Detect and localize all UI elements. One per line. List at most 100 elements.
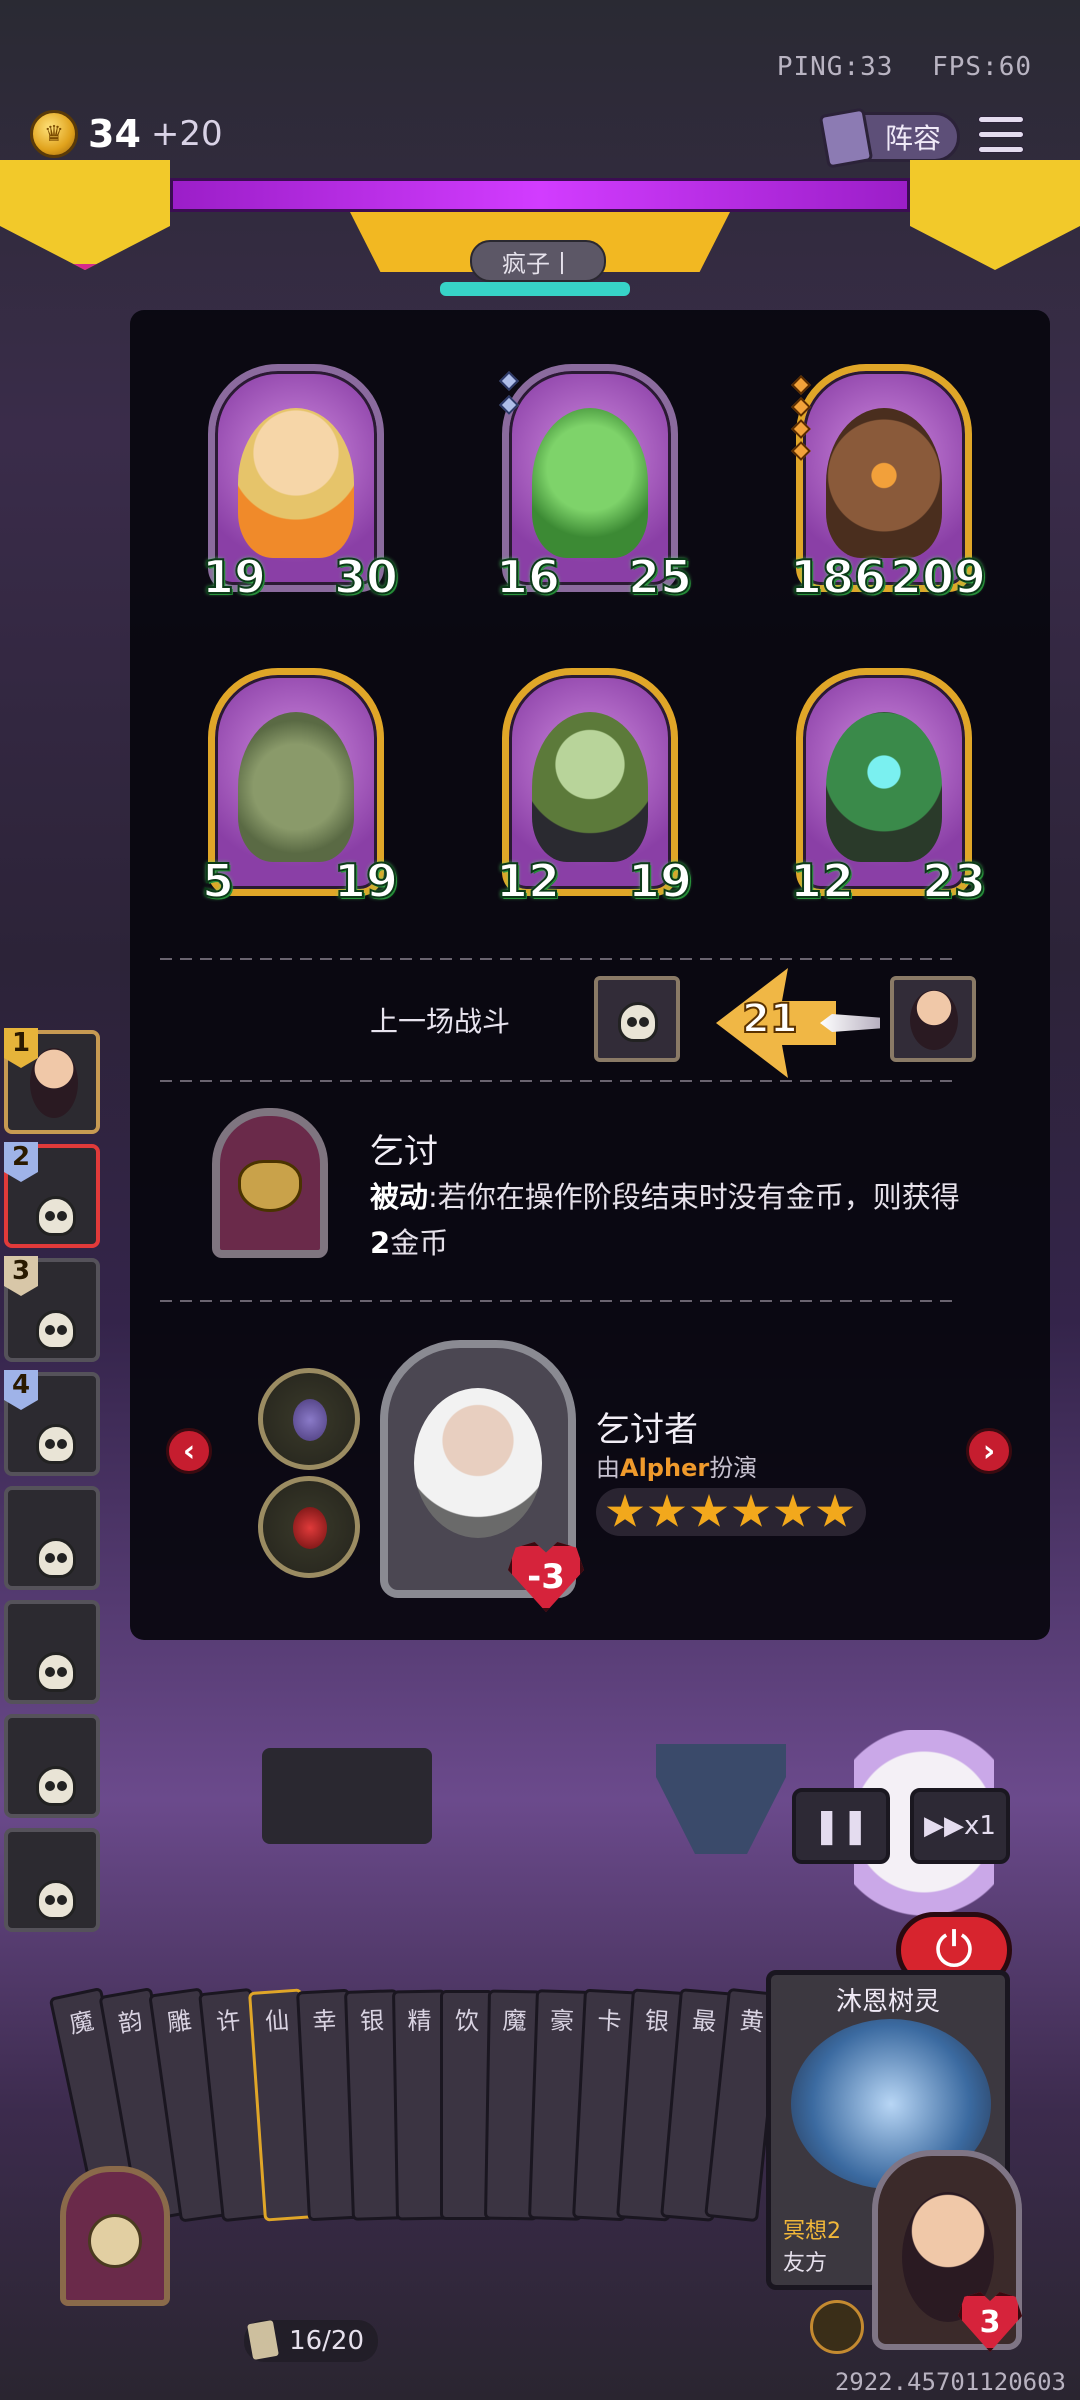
last-battle-opponent: [594, 976, 680, 1062]
skull-icon: [36, 1652, 76, 1692]
last-battle-damage: 21: [741, 995, 799, 1043]
gold-counter: ♛ 34 +20: [30, 110, 223, 158]
pause-button[interactable]: ❚❚: [792, 1788, 890, 1864]
rank-badge: 1: [4, 1028, 38, 1068]
lineup-button[interactable]: 阵容: [818, 107, 960, 169]
player-avatar[interactable]: 3: [872, 2150, 1022, 2352]
crown-coin-icon: ♛: [30, 110, 78, 158]
unit-health: 30: [333, 549, 399, 605]
hero-item-slot[interactable]: [258, 1476, 360, 1578]
trait-icon: [212, 1108, 328, 1258]
speed-button[interactable]: ▶▶x1: [910, 1788, 1010, 1864]
unit-attack: 186: [789, 549, 887, 605]
rank-badge: 4: [4, 1370, 38, 1410]
roster-player[interactable]: [4, 1714, 100, 1818]
star-icon: [774, 1494, 812, 1527]
puppet-icon: [293, 1399, 327, 1441]
player-health-value: 3: [979, 2304, 1001, 2340]
left-pennant: [0, 160, 170, 270]
unit-health: 209: [889, 549, 987, 605]
roster-player[interactable]: 4: [4, 1370, 100, 1476]
hero-name: 乞讨者: [596, 1410, 698, 1450]
rose-icon: [293, 1507, 327, 1549]
roster-player[interactable]: [4, 1486, 100, 1590]
star-icon: [732, 1494, 770, 1527]
unit-attack: 12: [789, 853, 855, 909]
star-icon: [690, 1494, 728, 1527]
coin-bag-icon: [238, 1160, 302, 1212]
hero-by-suffix: 扮演: [709, 1454, 758, 1482]
roster-player[interactable]: [4, 1828, 100, 1932]
roster-player[interactable]: [4, 1600, 100, 1704]
stage-banner: [170, 178, 910, 212]
hero-item-slot[interactable]: [258, 1368, 360, 1470]
gold-income: +20: [150, 114, 223, 154]
right-pennant: [910, 160, 1080, 270]
stage-keyboard-left: [262, 1748, 432, 1844]
trait-name: 乞讨: [370, 1132, 438, 1172]
fps-readout: FPS:60: [932, 52, 1032, 82]
unit-card[interactable]: 16 25: [495, 364, 693, 605]
player-portrait: [910, 990, 958, 1050]
player-health-heart: 3: [958, 2292, 1022, 2352]
skull-icon: [36, 1766, 76, 1806]
hero-star-rating: [596, 1488, 866, 1536]
rank-badge: 3: [4, 1256, 38, 1296]
unit-health: 19: [333, 853, 399, 909]
unit-attack: 12: [495, 853, 561, 909]
coordinate-readout: 2922.45701120603: [834, 2368, 1066, 2396]
trait-description: 被动:若你在操作阶段结束时没有金币，则获得 2金币: [370, 1174, 970, 1266]
divider: [160, 1080, 960, 1082]
unit-attack: 5: [201, 853, 235, 909]
unit-attack: 16: [495, 549, 561, 605]
skull-icon: [36, 1196, 76, 1236]
trait-description-text: :若你在操作阶段结束时没有金币，则获得: [428, 1180, 960, 1214]
tier-gem-icon: [499, 371, 519, 391]
trait-description-end: 金币: [390, 1226, 449, 1260]
hero-by-prefix: 由: [596, 1454, 620, 1482]
unit-card[interactable]: 186 209: [789, 364, 987, 605]
deck-counter: 16/20: [244, 2320, 378, 2362]
hero-voice-credit: 由Alpher扮演: [596, 1448, 757, 1483]
opponent-name-tag: 疯子丨: [470, 240, 606, 282]
prev-hero-button[interactable]: ‹: [166, 1428, 212, 1474]
unit-card[interactable]: 19 30: [201, 364, 399, 605]
divider: [160, 958, 960, 960]
roster-player[interactable]: 3: [4, 1256, 100, 1362]
unit-card[interactable]: 12 19: [495, 668, 693, 909]
hamburger-menu-icon[interactable]: [978, 116, 1024, 158]
featured-card-keyword: 冥想2: [783, 2219, 841, 2244]
unit-card[interactable]: 5 19: [201, 668, 399, 909]
unit-portrait: [826, 408, 942, 558]
unit-card[interactable]: 12 23: [789, 668, 987, 909]
unit-portrait: [826, 712, 942, 862]
hero-portrait-card: -3: [380, 1340, 584, 1612]
compass-card[interactable]: [60, 2166, 170, 2306]
rank-badge: 2: [4, 1142, 38, 1182]
roster-player[interactable]: 2: [4, 1142, 100, 1248]
skull-icon: [36, 1538, 76, 1578]
skull-icon: [36, 1424, 76, 1464]
next-hero-button[interactable]: ›: [966, 1428, 1012, 1474]
unit-attack: 19: [201, 549, 267, 605]
unit-health: 25: [627, 549, 693, 605]
featured-card-target: 友方: [783, 2251, 828, 2276]
hero-portrait: [414, 1388, 542, 1538]
roster-player[interactable]: 1: [4, 1028, 100, 1134]
skull-icon: [36, 1310, 76, 1350]
gold-value: 34: [88, 112, 141, 156]
skull-icon: [36, 1880, 76, 1920]
trait-amount: 2: [370, 1226, 391, 1260]
ping-readout: PING:33: [776, 52, 894, 82]
unit-portrait: [532, 712, 648, 862]
unit-portrait: [238, 712, 354, 862]
unit-portrait: [238, 408, 354, 558]
featured-card-name: 沐恩树灵: [835, 1987, 940, 2017]
trait-passive-label: 被动: [370, 1180, 429, 1214]
book-icon: [818, 107, 874, 169]
star-icon: [648, 1494, 686, 1527]
divider: [160, 1300, 960, 1302]
network-stats: PING:33 FPS:60: [755, 52, 1032, 82]
last-battle-label: 上一场战斗: [370, 1005, 511, 1038]
bell-icon[interactable]: [810, 2300, 864, 2354]
